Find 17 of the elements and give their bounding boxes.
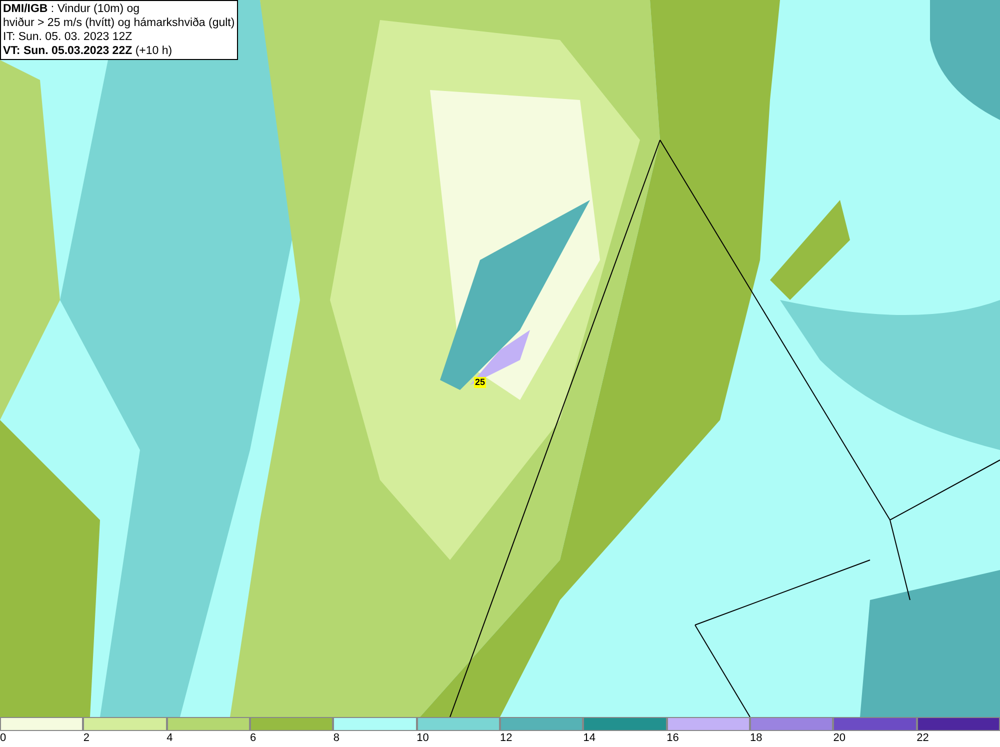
legend-label: 18	[750, 731, 762, 745]
info-text: DMI/IGB : Vindur (10m) og	[3, 2, 141, 16]
gust-label: 25	[474, 377, 486, 388]
legend-label: 12	[500, 731, 512, 745]
legend-label: 14	[583, 731, 596, 745]
legend-label: 0	[0, 731, 6, 745]
legend-label: 4	[166, 731, 173, 745]
legend-label: 2	[83, 731, 90, 745]
legend-label: 10	[416, 731, 429, 745]
legend-label: 6	[250, 731, 256, 745]
legend-label: 22	[916, 731, 929, 745]
legend-label: 8	[333, 731, 340, 745]
legend-label: 20	[833, 731, 846, 745]
info-text: hviður > 25 m/s (hvítt) og hámarkshviða (gult)	[3, 16, 235, 30]
info-text: IT: Sun. 05. 03. 2023 12Z	[3, 30, 134, 44]
info-text: VT: Sun. 05.03.2023 22Z (+10 h)	[3, 44, 174, 58]
legend-label: 16	[666, 731, 679, 745]
